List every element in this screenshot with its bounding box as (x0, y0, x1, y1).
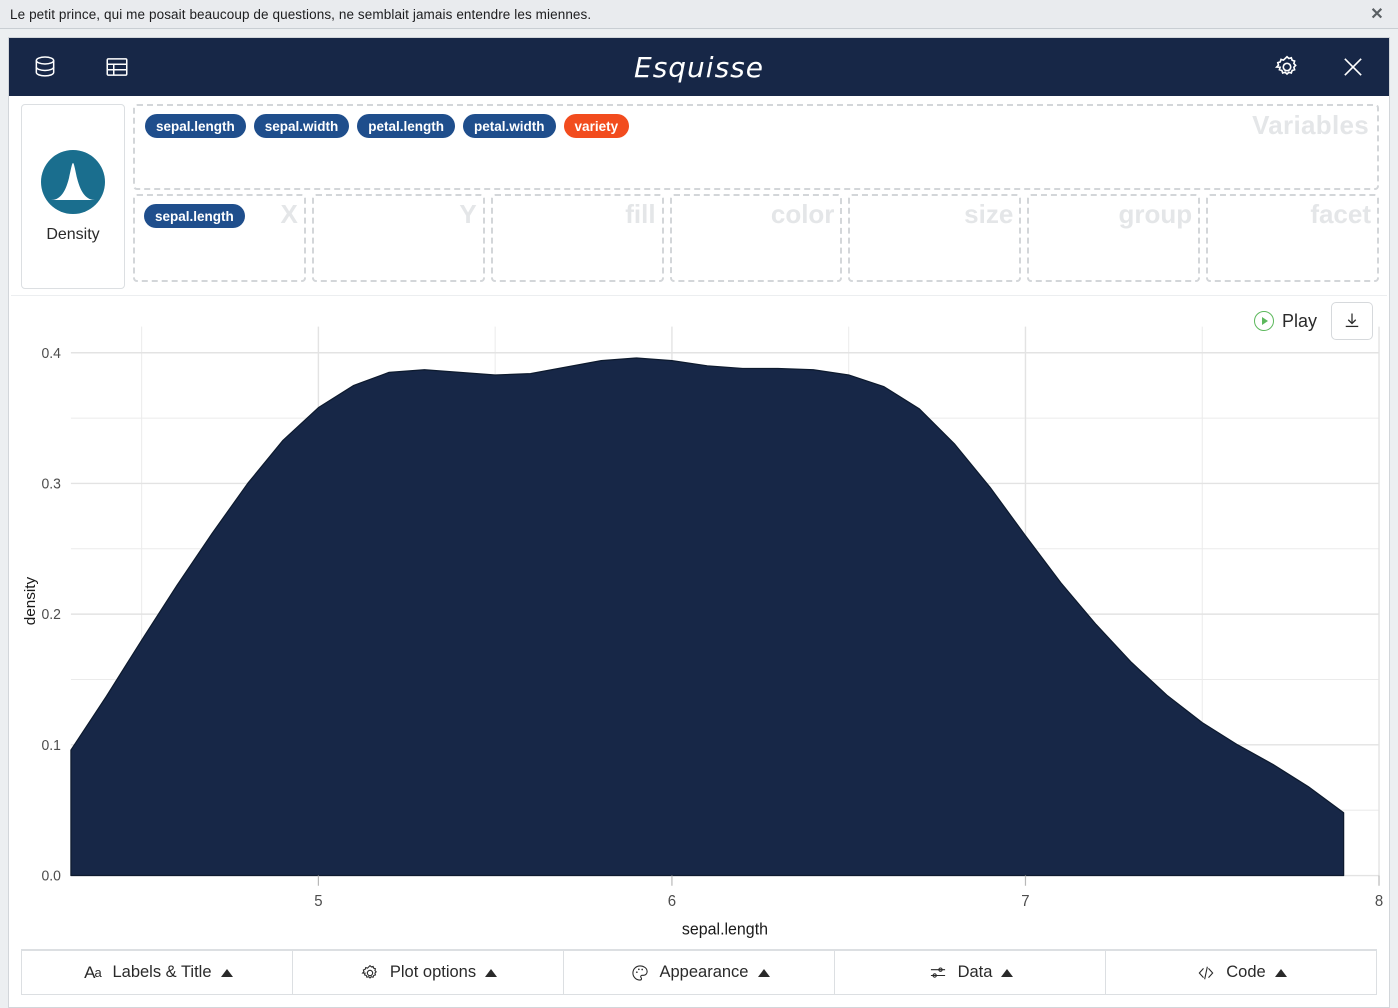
y-tick-label: 0.0 (41, 867, 61, 883)
play-button[interactable]: Play (1250, 309, 1321, 334)
download-icon (1345, 313, 1359, 328)
aesthetic-dropzones: sepal.length X Y fill color size group f… (133, 194, 1380, 282)
plot-options-label: Plot options (389, 963, 477, 981)
variables-ghost-label: Variables (1252, 110, 1369, 140)
dropzone-group[interactable]: group (1027, 194, 1201, 282)
modal-title: Esquisse (634, 50, 764, 84)
sliders-icon (927, 962, 949, 984)
x-tick-label: 6 (668, 893, 676, 910)
y-axis-title: density (22, 576, 39, 625)
variables-dropzone[interactable]: Variables sepal.length sepal.width petal… (133, 104, 1379, 190)
dropzone-facet[interactable]: facet (1206, 194, 1380, 282)
gear-icon[interactable] (1273, 53, 1301, 81)
code-icon (1195, 962, 1217, 984)
appearance-button[interactable]: Appearance (564, 950, 835, 995)
dropzone-ghost-label: size (964, 199, 1014, 229)
x-axis-title: sepal.length (682, 921, 768, 939)
x-tick-label: 5 (314, 893, 322, 910)
close-icon[interactable] (1339, 53, 1367, 81)
plot-container: Play 5 6 7 8 0.0 0.1 0.2 0.3 0.4 sepal.length dens… (11, 295, 1387, 949)
data-label: Data (957, 963, 993, 981)
code-label: Code (1226, 963, 1266, 981)
chevron-up-icon (1274, 968, 1287, 977)
x-tick-label: 8 (1375, 893, 1383, 910)
geom-label: Density (46, 225, 100, 243)
dropzone-y[interactable]: Y (311, 194, 485, 282)
dropzone-ghost-label: fill (625, 199, 656, 229)
density-curve-icon (41, 149, 105, 214)
dropzone-ghost-label: color (770, 199, 835, 229)
download-button[interactable] (1331, 302, 1373, 340)
zones-column: Variables sepal.length sepal.width petal… (133, 104, 1380, 289)
window-close-icon[interactable]: ✕ (1366, 3, 1388, 25)
code-button[interactable]: Code (1106, 950, 1377, 995)
y-tick-label: 0.2 (41, 606, 61, 622)
variable-chip[interactable]: sepal.width (253, 114, 350, 138)
controls-section: Density Variables sepal.length sepal.wid… (9, 96, 1389, 295)
header-right-icons (1273, 53, 1367, 81)
data-button[interactable]: Data (835, 950, 1106, 995)
dropzone-ghost-label: Y (459, 199, 477, 229)
play-label: Play (1281, 310, 1317, 331)
y-tick-label: 0.1 (41, 737, 61, 753)
dropzone-fill[interactable]: fill (490, 194, 664, 282)
appearance-label: Appearance (659, 963, 749, 981)
density-chart: 5 6 7 8 0.0 0.1 0.2 0.3 0.4 sepal.length density (22, 326, 1383, 939)
plot-options-button[interactable]: Plot options (293, 950, 564, 995)
header-left-icons (31, 53, 131, 81)
y-tick-label: 0.3 (41, 475, 61, 491)
app-window: Le petit prince, qui me posait beaucoup … (0, 0, 1398, 1008)
play-circle-icon (1253, 311, 1274, 331)
plot-toolbar: Play (1250, 302, 1373, 340)
chevron-up-icon (220, 968, 233, 977)
table-icon[interactable] (103, 53, 131, 81)
os-title-text: Le petit prince, qui me posait beaucoup … (10, 6, 592, 22)
variable-chip[interactable]: petal.length (357, 114, 456, 138)
aa-text-icon: Aa (84, 962, 102, 982)
palette-icon (629, 962, 651, 984)
chevron-up-icon (1001, 968, 1014, 977)
y-tick-label: 0.4 (41, 345, 61, 361)
dropzone-size[interactable]: size (848, 194, 1022, 282)
chevron-up-icon (485, 968, 498, 977)
modal-header: Esquisse (9, 38, 1389, 96)
variable-chip[interactable]: sepal.length (145, 114, 246, 138)
os-title-bar: Le petit prince, qui me posait beaucoup … (0, 0, 1398, 29)
dropzone-color[interactable]: color (669, 194, 843, 282)
database-icon[interactable] (31, 53, 59, 81)
esquisse-modal: Esquisse Density Variables sepal.length … (8, 37, 1390, 1008)
dropzone-ghost-label: X (280, 199, 298, 229)
dropzone-ghost-label: facet (1310, 199, 1372, 229)
variable-chip[interactable]: variety (563, 114, 630, 138)
dropzone-x[interactable]: sepal.length X (133, 194, 306, 282)
labels-title-button[interactable]: Aa Labels & Title (21, 950, 293, 995)
gear-icon (359, 962, 381, 984)
geom-selector-density[interactable]: Density (21, 104, 125, 289)
bottom-toolbar: Aa Labels & Title Plot options Appearanc… (21, 949, 1377, 995)
variable-chip[interactable]: petal.width (463, 114, 556, 138)
chevron-up-icon (757, 968, 770, 977)
dropzone-ghost-label: group (1118, 199, 1193, 229)
labels-title-label: Labels & Title (112, 963, 212, 981)
variable-chip[interactable]: sepal.length (144, 204, 245, 228)
x-tick-label: 7 (1021, 893, 1029, 910)
